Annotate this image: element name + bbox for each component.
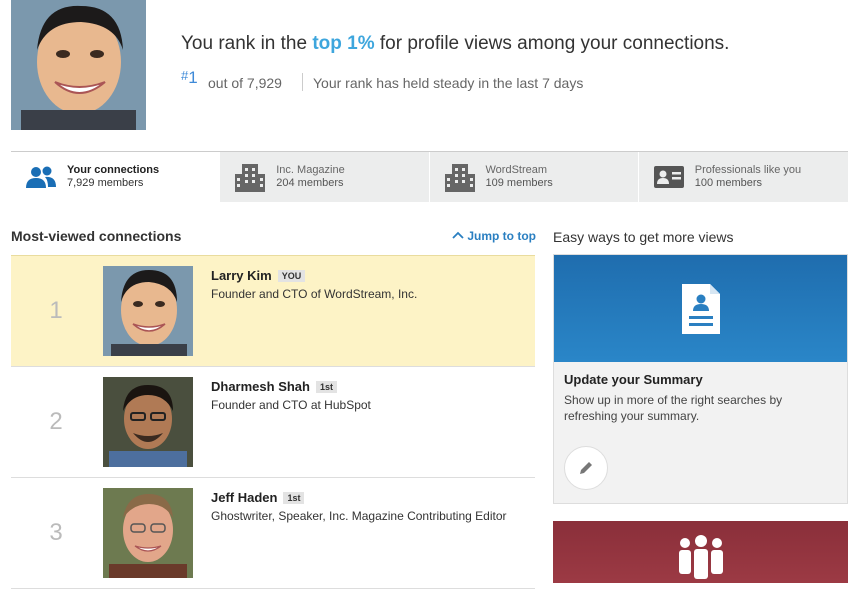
id-card-icon [651,162,687,192]
tab-professionals-like-you[interactable]: Professionals like you 100 members [639,152,848,202]
avatar[interactable] [103,488,193,578]
card-text: Show up in more of the right searches by… [564,393,783,423]
avatar[interactable] [103,266,193,356]
connection-name[interactable]: Dharmesh Shah 1st [211,379,337,394]
building-icon [232,162,268,192]
profile-photo[interactable] [11,0,146,130]
people-icon [23,162,59,192]
connection-title: Founder and CTO of WordStream, Inc. [211,287,418,301]
pencil-icon [580,462,592,474]
document-icon [681,283,720,334]
segment-tabs: Your connections 7,929 members Inc. Magaz… [11,151,848,202]
connection-title: Founder and CTO at HubSpot [211,398,371,412]
update-summary-card[interactable]: Update your Summary Show up in more of t… [553,254,848,504]
list-item[interactable]: 3 Jeff Haden 1st Ghostwriter, Speaker, In… [11,478,535,589]
status-badge: YOU [277,270,306,282]
rank-number: 1 [49,297,63,324]
connection-title: Ghostwriter, Speaker, Inc. Magazine Cont… [211,509,507,523]
divider [302,73,303,91]
connection-name[interactable]: Jeff Haden 1st [211,490,305,505]
connection-name[interactable]: Larry Kim YOU [211,268,306,283]
chevron-up-icon [452,231,464,239]
list-item[interactable]: 1 Larry Kim YOU Founder and CTO of WordSt… [11,255,535,367]
tab-wordstream[interactable]: WordStream 109 members [430,152,639,202]
connection-degree-badge: 1st [315,381,337,393]
edit-button[interactable] [564,446,608,490]
card-heading: Update your Summary [564,372,703,387]
rank-number: 3 [49,519,63,546]
building-icon [442,162,478,192]
rank-number: 2 [49,408,63,435]
avatar[interactable] [103,377,193,467]
connections-list: 1 Larry Kim YOU Founder and CTO of WordSt… [11,255,535,589]
rank-headline: You rank in the top 1% for profile views… [181,33,730,54]
tab-your-connections[interactable]: Your connections 7,929 members [11,152,221,202]
list-heading: Most-viewed connections [11,228,182,244]
tab-inc-magazine[interactable]: Inc. Magazine 204 members [220,152,430,202]
card-banner [554,255,847,362]
next-tip-card[interactable] [553,521,848,583]
rank-status: Your rank has held steady in the last 7 … [313,75,584,91]
group-icon [678,535,723,579]
rank-out-of: out of 7,929 [208,75,282,91]
rank-number: #1 [181,68,198,87]
jump-to-top-link[interactable]: Jump to top [452,229,536,243]
list-item[interactable]: 2 Dharmesh Shah 1st Founder and CTO at Hu… [11,367,535,478]
rank-highlight: top 1% [312,33,375,54]
side-heading: Easy ways to get more views [553,229,734,245]
connection-degree-badge: 1st [283,492,305,504]
